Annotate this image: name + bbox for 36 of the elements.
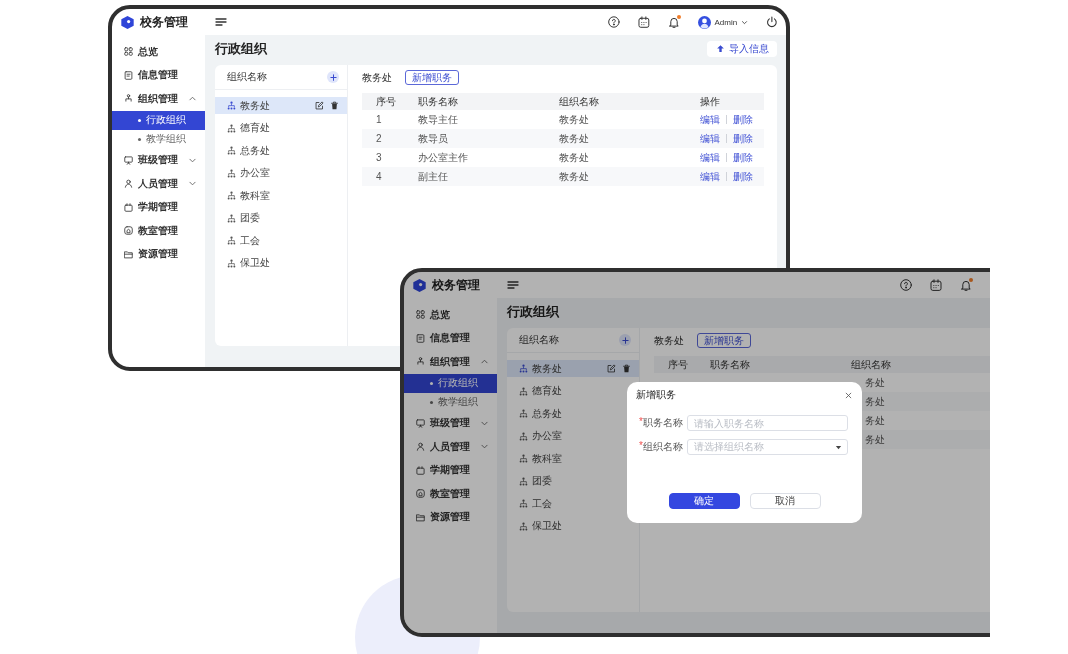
column-header: 组织名称 <box>851 357 891 372</box>
column-header: 职务名称 <box>418 94 458 109</box>
table-cell: 4 <box>376 171 382 182</box>
table-cell: 1 <box>376 114 382 125</box>
dialog-title: 新增职务 <box>636 388 676 402</box>
table-cell: 教导员 <box>418 131 448 146</box>
org-label: 教务处 <box>362 70 392 85</box>
panel-title: 组织名称 <box>519 333 559 347</box>
panel-title: 组织名称 <box>227 70 267 84</box>
column-header: 序号 <box>668 357 688 372</box>
required-mark: * <box>639 440 643 453</box>
org-label: 教务处 <box>654 333 684 348</box>
column-header: 组织名称 <box>559 94 599 109</box>
table-cell: 2 <box>376 133 382 144</box>
app-title: 校务管理 <box>140 13 188 31</box>
field-label: 组织名称 <box>643 440 683 454</box>
table-cell: 副主任 <box>418 169 448 184</box>
table-cell: 教务处 <box>559 150 589 165</box>
field-label: 职务名称 <box>643 416 683 430</box>
column-header: 操作 <box>700 94 720 109</box>
table-cell: 教务处 <box>559 131 589 146</box>
app-title: 校务管理 <box>432 276 480 294</box>
table-cell: 教务处 <box>559 112 589 127</box>
table-cell: 教导主任 <box>418 112 458 127</box>
table-cell: 务处 <box>865 432 885 447</box>
table-cell: 务处 <box>865 394 885 409</box>
table-cell: 务处 <box>865 375 885 390</box>
table-cell: 办公室主作 <box>418 150 468 165</box>
required-mark: * <box>639 416 643 427</box>
table-cell: 教务处 <box>559 169 589 184</box>
table-cell: 3 <box>376 152 382 163</box>
page-title: 行政组织 <box>215 39 267 58</box>
page-title: 行政组织 <box>507 302 559 321</box>
table-cell: 务处 <box>865 413 885 428</box>
column-header: 职务名称 <box>710 357 750 372</box>
column-header: 序号 <box>376 94 396 109</box>
